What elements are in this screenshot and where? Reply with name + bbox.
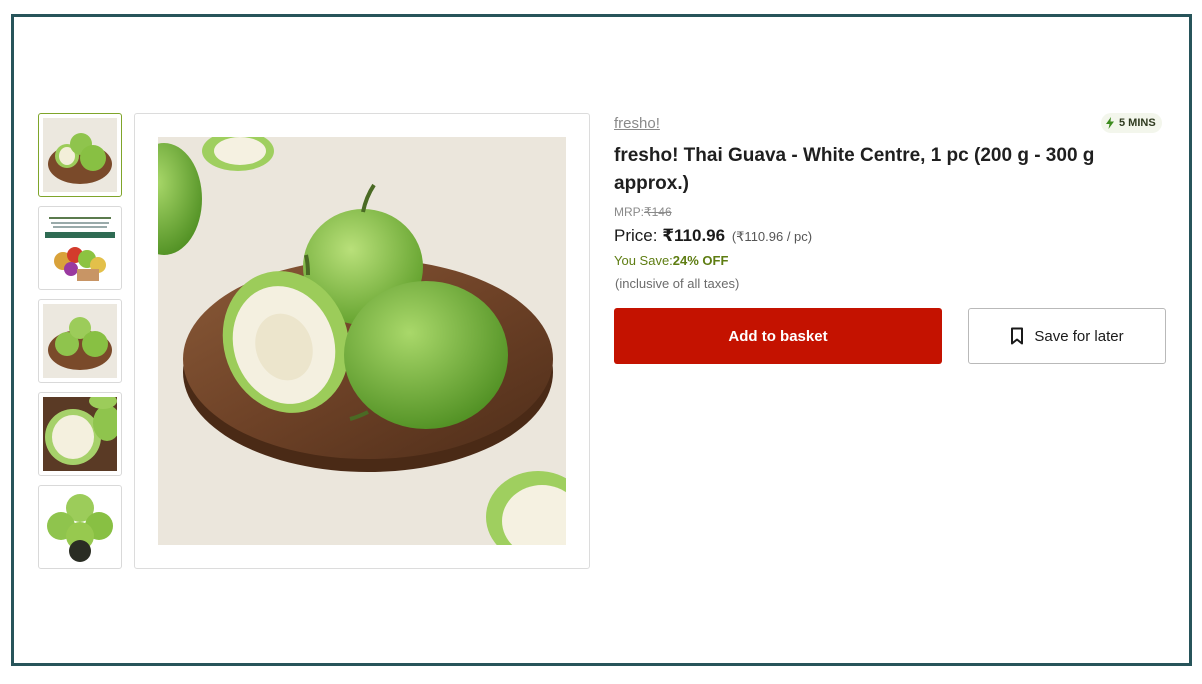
bookmark-icon	[1011, 327, 1024, 345]
you-save-value: 24% OFF	[672, 253, 729, 268]
thumbnail-3[interactable]	[38, 299, 122, 383]
you-save-label: You Save:	[614, 253, 673, 268]
thumbnail-scroll-down-button[interactable]	[69, 540, 95, 568]
mrp-label: MRP:	[614, 205, 644, 219]
brand-link[interactable]: fresho!	[614, 115, 660, 132]
price: Price: ₹110.96 (₹110.96 / pc)	[614, 226, 812, 246]
price-value: ₹110.96	[662, 226, 726, 245]
tax-note: (inclusive of all taxes)	[615, 276, 740, 291]
main-product-image[interactable]	[134, 113, 590, 569]
mrp-value: ₹146	[644, 205, 672, 219]
thumbnail-1[interactable]	[38, 113, 122, 197]
price-label: Price:	[614, 226, 658, 245]
you-save: You Save:24% OFF	[614, 253, 728, 268]
save-for-later-button[interactable]: Save for later	[968, 308, 1166, 364]
mrp: MRP:₹146	[614, 205, 672, 219]
thumbnail-2-image	[43, 211, 117, 285]
add-to-basket-label: Add to basket	[728, 327, 828, 345]
thumbnail-1-image	[43, 118, 117, 192]
thumbnail-3-image	[43, 304, 117, 378]
lightning-icon	[1106, 117, 1114, 129]
thumbnail-2[interactable]	[38, 206, 122, 290]
guava-product-photo	[158, 137, 566, 545]
thumbnail-4[interactable]	[38, 392, 122, 476]
product-title: fresho! Thai Guava - White Centre, 1 pc …	[614, 145, 1095, 194]
delivery-time-badge: 5 MINS	[1101, 113, 1162, 133]
chevron-down-icon	[82, 563, 95, 568]
delivery-time-text: 5 MINS	[1119, 117, 1156, 129]
add-to-basket-button[interactable]: Add to basket	[614, 308, 942, 364]
thumbnail-4-image	[43, 397, 117, 471]
save-for-later-label: Save for later	[1034, 327, 1124, 345]
thumbnail-5[interactable]	[38, 485, 122, 569]
price-per-unit: (₹110.96 / pc)	[731, 229, 813, 244]
